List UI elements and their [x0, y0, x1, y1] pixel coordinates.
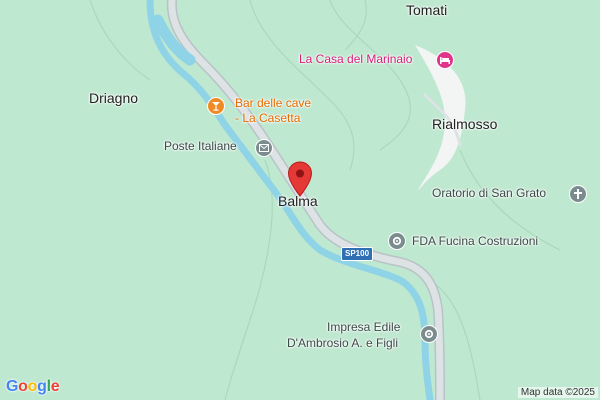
road-shield-sp100: SP100 — [341, 247, 374, 261]
location-pin-icon[interactable] — [287, 161, 313, 197]
google-logo-letter: e — [50, 378, 60, 395]
gear-icon — [420, 325, 438, 343]
google-logo: Google — [6, 378, 60, 396]
poi-label-line1: Bar delle cave — [235, 96, 312, 110]
google-logo-letter: o — [18, 378, 28, 395]
cocktail-icon — [207, 97, 225, 115]
poi-label: Oratorio di San Grato — [432, 186, 547, 200]
lodging-icon — [436, 51, 454, 69]
google-logo-letter: o — [27, 378, 38, 395]
place-label-tomati: Tomati — [406, 2, 448, 18]
poi-label-line2: D'Ambrosio A. e Figli — [287, 336, 398, 350]
map-view[interactable]: Tomati Driagno Rialmosso Balma La Casa d… — [0, 0, 600, 400]
poi-label: Poste Italiane — [164, 139, 237, 153]
place-label-rialmosso: Rialmosso — [432, 116, 498, 132]
gear-icon — [388, 232, 406, 250]
poi-label: FDA Fucina Costruzioni — [412, 234, 539, 248]
mail-icon — [255, 139, 273, 157]
map-attribution[interactable]: Map data ©2025 — [517, 387, 598, 398]
place-label-driagno: Driagno — [89, 90, 139, 106]
google-logo-letter: g — [37, 378, 47, 395]
poi-label-line1: Impresa Edile — [327, 320, 401, 334]
cross-icon — [569, 185, 587, 203]
google-logo-letter: G — [6, 378, 19, 395]
poi-label-line2: - La Casetta — [235, 111, 301, 125]
poi-label: La Casa del Marinaio — [299, 52, 413, 66]
